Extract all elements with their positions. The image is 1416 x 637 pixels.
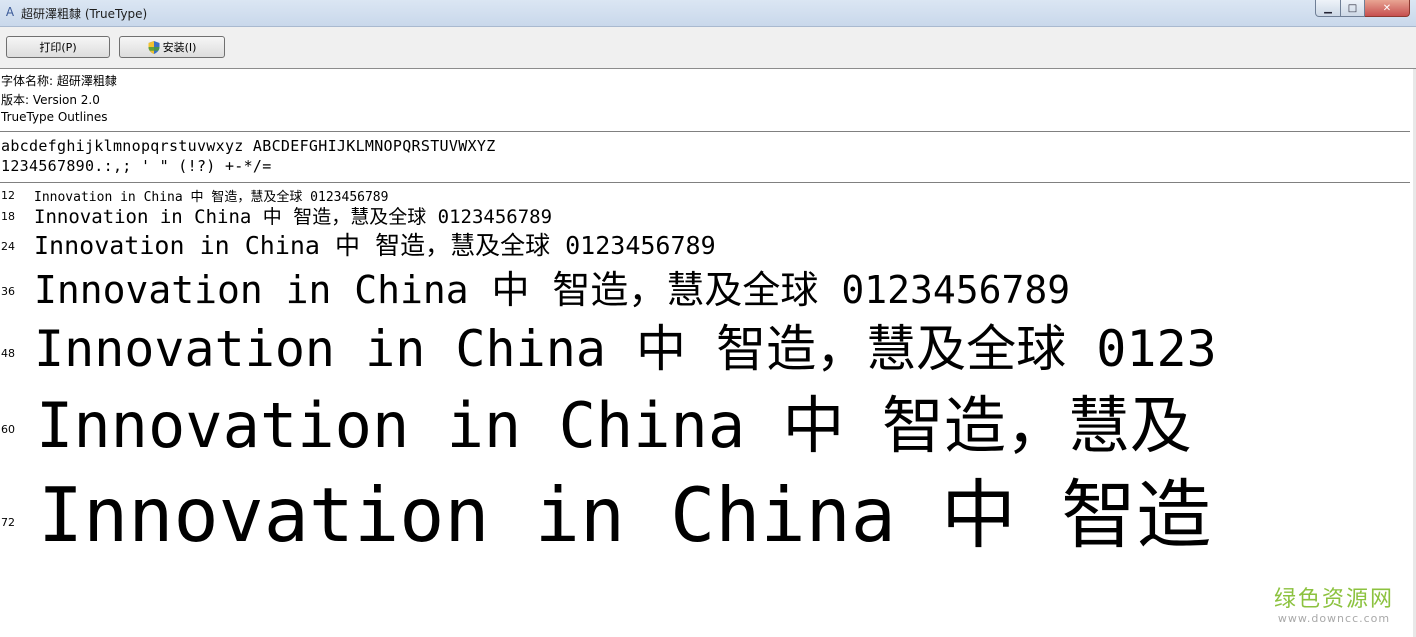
window-controls: ▁ □ ✕	[1315, 0, 1410, 18]
watermark-cn: 绿色资源网	[1273, 587, 1394, 612]
sample-size-label: 36	[1, 285, 15, 298]
font-viewer-icon: A	[5, 5, 15, 19]
title-bar: A 超研澤粗隸 (TrueType) ▁ □ ✕	[0, 0, 1416, 27]
sample-text: Innovation in China 中 智造，慧及全球 0123456789	[34, 268, 1071, 312]
shield-icon	[148, 40, 160, 54]
charset-letters: abcdefghijklmnopqrstuvwxyz ABCDEFGHIJKLM…	[1, 137, 496, 155]
minimize-icon: ▁	[1324, 2, 1332, 14]
window-title: 超研澤粗隸 (TrueType)	[21, 7, 148, 21]
font-outline-text: TrueType Outlines	[1, 110, 108, 124]
sample-text: Innovation in China 中 智造，慧及全球 0123	[34, 320, 1217, 378]
divider	[0, 131, 1410, 132]
sample-text: Innovation in China 中 智造	[38, 471, 1212, 559]
charset-digits-symbols: 1234567890.:,; ' " (!?) +-*/=	[1, 157, 272, 175]
minimize-button[interactable]: ▁	[1315, 0, 1341, 17]
sample-text: Innovation in China 中 智造，慧及全球 0123456789	[34, 206, 553, 228]
font-preview-area[interactable]: 字体名称: 超研澤粗隸 版本: Version 2.0 TrueType Out…	[0, 69, 1416, 637]
close-button[interactable]: ✕	[1365, 0, 1410, 17]
close-icon: ✕	[1382, 2, 1392, 14]
toolbar: 打印(P) 安装(I)	[0, 27, 1416, 69]
sample-size-label: 18	[1, 210, 15, 223]
sample-size-label: 24	[1, 240, 15, 253]
watermark-en: www.downcc.com	[1277, 612, 1391, 625]
font-version-text: 版本: Version 2.0	[1, 93, 100, 107]
sample-text: Innovation in China 中 智造，慧及	[36, 389, 1192, 462]
maximize-button[interactable]: □	[1341, 0, 1365, 17]
sample-size-label: 72	[1, 516, 15, 529]
sample-size-label: 60	[1, 423, 15, 436]
font-name-text: 字体名称: 超研澤粗隸	[1, 74, 117, 88]
print-button[interactable]: 打印(P)	[6, 36, 110, 58]
install-button-label: 安装(I)	[162, 41, 197, 54]
watermark: 绿色资源网 www.downcc.com	[1273, 587, 1394, 626]
divider	[0, 182, 1410, 183]
sample-text: Innovation in China 中 智造，慧及全球 0123456789	[34, 231, 716, 260]
print-button-label: 打印(P)	[39, 41, 77, 54]
install-button[interactable]: 安装(I)	[119, 36, 225, 58]
maximize-icon: □	[1347, 2, 1358, 14]
sample-size-label: 12	[1, 189, 15, 202]
sample-size-label: 48	[1, 347, 15, 360]
